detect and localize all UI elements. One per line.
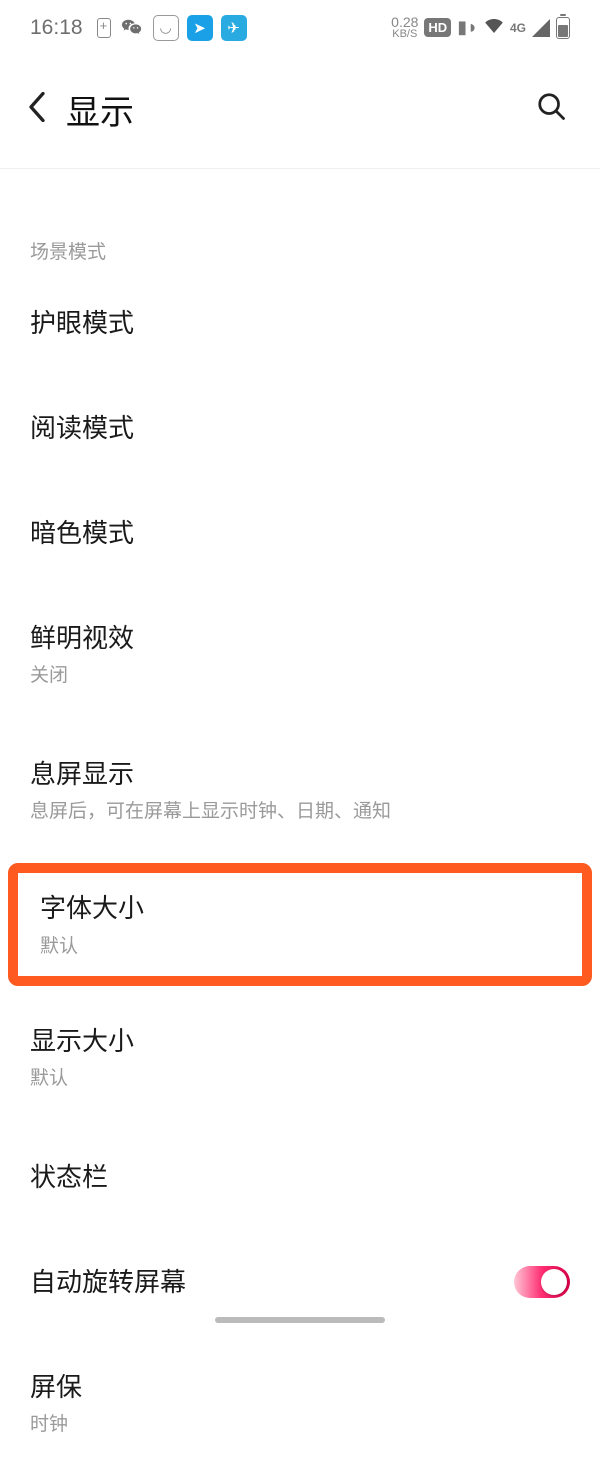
row-title: 显示大小: [30, 1024, 570, 1059]
row-always-on-display[interactable]: 息屏显示 息屏后，可在屏幕上显示时钟、日期、通知: [0, 731, 600, 849]
row-title: 暗色模式: [30, 516, 570, 551]
auto-rotate-toggle[interactable]: [514, 1266, 570, 1298]
row-title: 字体大小: [40, 891, 560, 926]
row-title: 阅读模式: [30, 411, 570, 446]
home-indicator[interactable]: [215, 1317, 385, 1323]
search-icon: [536, 91, 566, 121]
row-dark-mode[interactable]: 暗色模式: [0, 490, 600, 577]
row-vivid-effect[interactable]: 鲜明视效 关闭: [0, 595, 600, 713]
status-bar: 16:18 ◡ ➤ ✈ 0.28 KB/S HD ▮◗ 4G: [0, 0, 600, 55]
row-auto-rotate[interactable]: 自动旋转屏幕: [0, 1239, 600, 1326]
network-type: 4G: [510, 22, 526, 34]
pocket-icon: ◡: [153, 15, 179, 41]
row-sub: 默认: [30, 1063, 570, 1090]
highlight-annotation: 字体大小 默认: [8, 863, 592, 985]
row-eye-protection[interactable]: 护眼模式: [0, 280, 600, 367]
search-button[interactable]: [530, 85, 572, 134]
row-reading-mode[interactable]: 阅读模式: [0, 385, 600, 472]
section-label-scene: 场景模式: [0, 169, 600, 280]
row-title: 息屏显示: [30, 757, 570, 792]
row-title: 自动旋转屏幕: [30, 1265, 498, 1300]
row-sub: 关闭: [30, 660, 570, 687]
charging-icon: [97, 18, 111, 38]
back-button[interactable]: [28, 86, 58, 134]
row-sub: 息屏后，可在屏幕上显示时钟、日期、通知: [30, 796, 570, 823]
row-screensaver[interactable]: 屏保 时钟: [0, 1344, 600, 1462]
page-header: 显示: [0, 55, 600, 168]
telegram-icon: ✈: [221, 15, 247, 41]
vibrate-icon: ▮◗: [457, 17, 478, 38]
row-sub: 时钟: [30, 1409, 570, 1436]
row-sub: 默认: [40, 931, 560, 958]
row-font-size[interactable]: 字体大小 默认: [18, 873, 582, 975]
bird-app-icon: ➤: [187, 15, 213, 41]
row-title: 护眼模式: [30, 306, 570, 341]
status-time: 16:18: [30, 16, 83, 40]
wechat-icon: [119, 15, 145, 41]
row-status-bar[interactable]: 状态栏: [0, 1134, 600, 1221]
row-title: 状态栏: [30, 1160, 570, 1195]
row-title: 屏保: [30, 1370, 570, 1405]
page-title: 显示: [66, 85, 530, 134]
battery-icon: [556, 17, 570, 39]
wifi-icon: [484, 16, 504, 39]
row-display-size[interactable]: 显示大小 默认: [0, 998, 600, 1116]
row-title: 鲜明视效: [30, 621, 570, 656]
hd-badge: HD: [424, 18, 451, 37]
signal-icon: [532, 19, 550, 37]
net-speed: 0.28 KB/S: [391, 15, 418, 40]
